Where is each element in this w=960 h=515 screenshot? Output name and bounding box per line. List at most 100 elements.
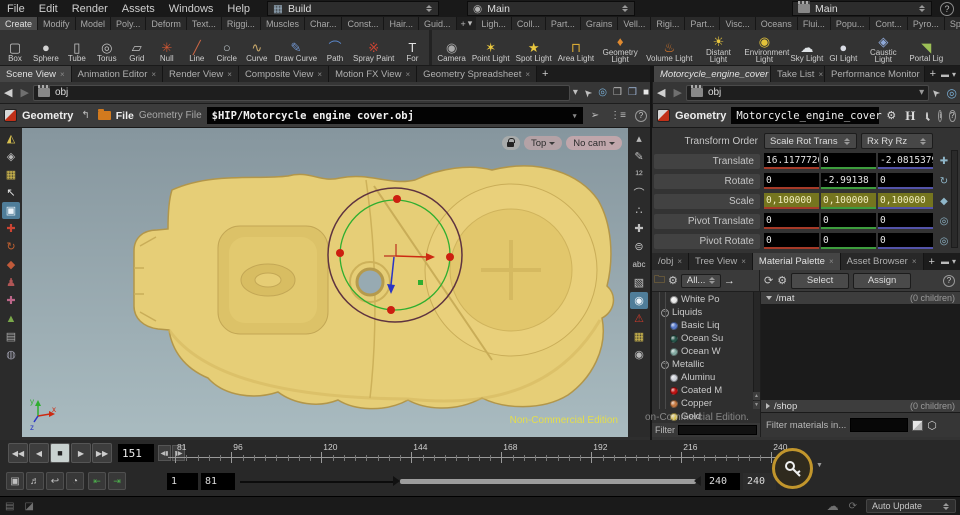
shelf-tab-cont[interactable]: Cont... [870,17,908,30]
parm-sliders-icon[interactable]: ⋮≡ [607,110,629,121]
range-start-field[interactable]: 81 [201,473,235,490]
scroll-down-icon[interactable]: ▼ [753,401,760,409]
tool-draw-curve[interactable]: ✎Draw Curve [272,30,320,65]
parm-input[interactable]: 0 [878,173,933,189]
add-pane-tab-icon[interactable]: + [537,66,553,82]
shelf-tab-grains[interactable]: Grains [581,17,619,30]
shelf-tab-poly[interactable]: Poly... [111,17,146,30]
shelf-tab-pyro[interactable]: Pyro... [908,17,945,30]
mat-network-area[interactable] [761,305,960,400]
close-icon[interactable]: × [741,257,746,266]
new-folder-icon[interactable]: 🗀 [654,271,665,290]
close-icon[interactable]: × [227,70,232,79]
tool-for[interactable]: TFor [397,30,427,65]
pane-tab-scene-view[interactable]: Scene View× [0,66,72,82]
scroll-up-icon[interactable]: ▲ [753,392,760,400]
pane-tab-motion-fx-view[interactable]: Motion FX View× [329,66,417,82]
tool-sky-light[interactable]: ☁Sky Light [787,30,826,65]
shelf-tab-create[interactable]: Create [0,17,38,30]
parm-handle-icon[interactable]: ↻ [936,176,952,187]
main-selector[interactable]: ◉ Main [467,1,635,16]
auto-key-button[interactable] [772,448,813,489]
disc-tool[interactable]: ◍ [2,346,20,363]
rotate-order-select[interactable]: Rx Ry Rz [861,133,933,149]
normals-icon[interactable]: ⊜ [630,238,648,255]
forward-icon[interactable]: ▶ [16,86,32,99]
tool-curve[interactable]: ∿Curve [242,30,272,65]
objects-tool[interactable]: ▦ [2,166,20,183]
scene-viewport[interactable]: x y z Top No cam Non-Commercial Edition [22,128,628,437]
tool-line[interactable]: ╱Line [182,30,212,65]
close-icon[interactable]: × [525,70,530,79]
pane-tab-geometry-spreadsheet[interactable]: Geometry Spreadsheet× [417,66,537,82]
forward-icon[interactable]: ▶ [669,86,685,99]
stamp-tool[interactable]: ▤ [2,328,20,345]
parm-input[interactable]: 0 [764,173,819,189]
shelf-tab-const[interactable]: Const... [342,17,384,30]
tool-box[interactable]: ▢Box [0,30,30,65]
snapshot-cube-icon[interactable]: ❒ [610,87,625,98]
scale-tool[interactable]: ◆ [2,256,20,273]
camera-menu-button[interactable]: No cam [566,136,622,150]
lock-tool[interactable]: ▣ [2,202,20,219]
cook-refresh-icon[interactable]: ⟳ [844,501,862,512]
shelf-tab-riggi[interactable]: Riggi... [222,17,261,30]
browser-tab-tree-view[interactable]: Tree View× [689,253,753,270]
parm-input[interactable]: 0 [821,153,876,169]
gear-icon[interactable]: ⚙ [668,274,678,287]
tool-spot-light[interactable]: ★Spot Light [513,30,555,65]
gear-icon[interactable]: ⚙ [777,274,787,287]
tree-item-basic-liq[interactable]: Basic Liq [652,319,760,332]
character-tool[interactable]: ✚ [2,292,20,309]
tree-item-liquids[interactable]: −Liquids [652,306,760,319]
tree-item-metallic[interactable]: −Metallic [652,358,760,371]
browser-tab-asset-browser[interactable]: Asset Browser× [841,253,924,270]
filter-all-select[interactable]: All... [681,274,721,288]
tree-filter-input[interactable] [678,425,757,435]
shelf-tab-hair[interactable]: Hair... [384,17,419,30]
add-pane-tab-icon[interactable]: + [924,253,940,270]
parm-input[interactable]: 16.1177726 [764,153,819,169]
view-menu-button[interactable]: Top [524,136,562,150]
shelf-tab-part[interactable]: Part... [546,17,581,30]
path-input[interactable]: obj [33,85,570,101]
status-layers-icon[interactable]: ◪ [19,501,38,512]
audio-button[interactable]: ♬ [26,472,44,490]
back-icon[interactable]: ◀ [0,86,16,99]
back-icon[interactable]: ◀ [653,86,669,99]
tool-point-light[interactable]: ✶Point Light [469,30,513,65]
tool-circle[interactable]: ○Circle [212,30,242,65]
browser-tab--obj[interactable]: /obj× [652,253,689,270]
tool-environment-light[interactable]: ◉Environment Light [741,30,787,65]
tree-item-coated-m[interactable]: Coated M [652,384,760,397]
global-start-field[interactable]: 1 [167,473,198,490]
select-button[interactable]: Select [791,273,849,289]
close-icon[interactable]: × [151,70,156,79]
show-points-icon[interactable]: ✎ [630,148,648,165]
mat-section-header[interactable]: /mat (0 children) [761,292,960,305]
handles-icon[interactable]: ✚ [630,220,648,237]
view-tool[interactable]: ◭ [2,130,20,147]
parm-handle-icon[interactable]: ✚ [936,156,952,167]
pane-tab-animation-editor[interactable]: Animation Editor× [72,66,163,82]
shelf-tab-modify[interactable]: Modify [38,17,76,30]
parm-handle-icon[interactable]: ◎ [936,216,952,227]
pane-tab-motorcycle-engine-cover[interactable]: Motorcycle_engine_cover× [654,66,771,82]
shelf-tab-oceans[interactable]: Oceans [756,17,798,30]
viewport-lock-button[interactable] [502,136,520,150]
tree-item-ocean-w[interactable]: Ocean W [652,345,760,358]
pane-tab-composite-view[interactable]: Composite View× [239,66,329,82]
tool-distant-light[interactable]: ☀Distant Light [695,30,741,65]
file-tab-label[interactable]: File [116,110,134,122]
gear-icon[interactable]: ⚙ [884,109,898,122]
shelf-tab-guid[interactable]: Guid... [419,17,457,30]
pane-tab-performance-monitor[interactable]: Performance Monitor× [825,66,925,82]
compare-cube-icon[interactable]: ❒ [625,87,640,98]
pane-square-icon[interactable]: ▬ [941,257,949,266]
close-icon[interactable]: × [60,70,65,79]
close-icon[interactable]: × [912,257,917,266]
shelf-tab-char[interactable]: Char... [305,17,343,30]
tree-item-gold[interactable]: Gold [652,410,760,423]
parm-input[interactable]: -2.99138 [821,173,876,189]
tool-portal-lig[interactable]: ◥Portal Lig [906,30,946,65]
